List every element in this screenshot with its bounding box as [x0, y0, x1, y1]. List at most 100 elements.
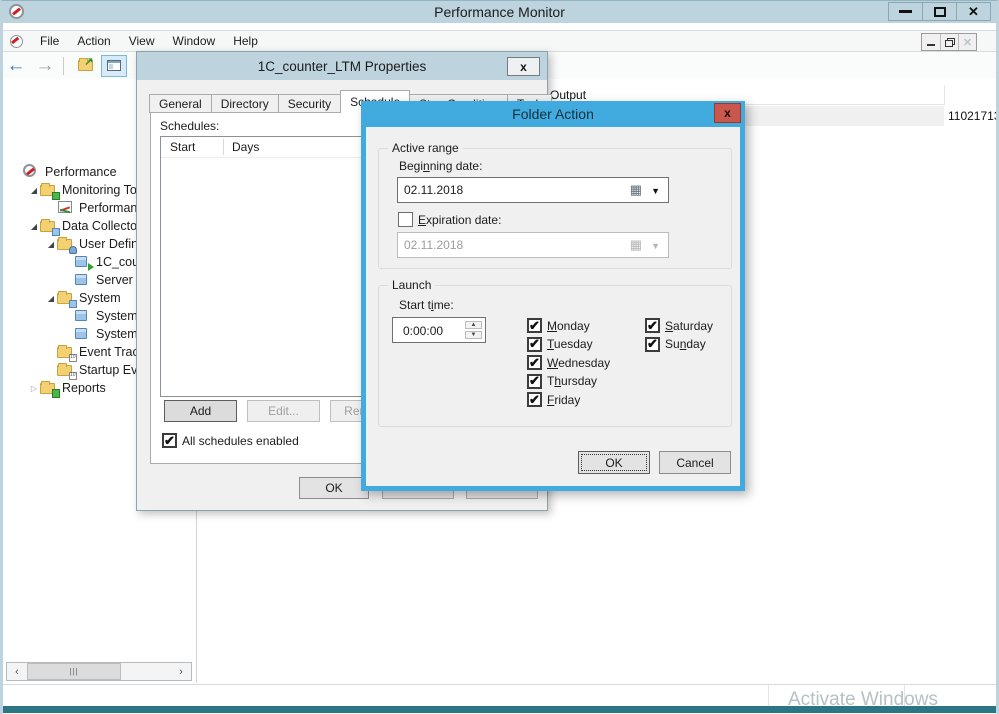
launch-group: Launch Start time: 0:00:00 ▲ ▼ ✔ Monday … [378, 285, 732, 427]
tree-expander-icon[interactable]: ◢ [45, 240, 57, 249]
beginning-date-field[interactable]: 02.11.2018 ▦ ▼ [397, 177, 669, 203]
tree-item-1c-cou[interactable]: 1C_cou [62, 253, 139, 271]
minimize-button[interactable] [888, 2, 923, 21]
tab-directory[interactable]: Directory [211, 94, 279, 113]
export-folder-icon: ↗ [78, 60, 93, 71]
day-label: Wednesday [547, 356, 610, 370]
horizontal-scrollbar[interactable]: ‹ ||| › [6, 662, 192, 681]
dropdown-arrow-icon[interactable]: ▼ [651, 187, 660, 196]
folder-action-cancel-button[interactable]: Cancel [659, 451, 731, 474]
checkbox-checked-icon[interactable]: ✔ [527, 392, 542, 407]
back-arrow-icon: ← [7, 55, 26, 77]
menu-window[interactable]: Window [164, 32, 225, 50]
start-time-field[interactable]: 0:00:00 ▲ ▼ [392, 317, 486, 343]
maximize-button[interactable] [922, 2, 957, 21]
scrollbar-track[interactable]: ||| [27, 663, 171, 680]
tree-item-data-collector[interactable]: ◢ Data Collector [28, 217, 141, 235]
tree-expander-icon[interactable]: ◢ [28, 186, 40, 195]
scroll-right-button[interactable]: › [171, 663, 191, 680]
status-divider [768, 685, 769, 707]
tree-item-label: Performanc [79, 201, 144, 215]
checkbox-checked-icon[interactable]: ✔ [645, 337, 660, 352]
child-restore-button[interactable] [940, 34, 958, 50]
checkbox-unchecked-icon[interactable] [398, 212, 413, 227]
minimize-icon [899, 10, 912, 13]
beginning-date-value: 02.11.2018 [404, 183, 463, 197]
close-icon: x [724, 106, 731, 120]
tree-expander-icon[interactable]: ◢ [45, 294, 57, 303]
app-icon [9, 4, 24, 19]
checkbox-checked-icon[interactable]: ✔ [527, 337, 542, 352]
tree-item-reports[interactable]: ▷ Reports [28, 379, 106, 397]
expiration-date-checkbox[interactable]: Expiration date: [398, 212, 501, 227]
all-schedules-checkbox[interactable]: ✔ All schedules enabled [162, 433, 299, 448]
menu-help[interactable]: Help [224, 32, 267, 50]
child-minimize-button[interactable] [922, 34, 940, 50]
scroll-left-button[interactable]: ‹ [7, 663, 27, 680]
spinner-up-button[interactable]: ▲ [465, 321, 482, 329]
column-header-days[interactable]: Days [223, 137, 259, 157]
day-checkbox-thursday[interactable]: ✔ Thursday [527, 374, 597, 389]
tab-security[interactable]: Security [278, 94, 341, 113]
day-checkbox-saturday[interactable]: ✔ Saturday [645, 318, 713, 333]
tree-item-user-define[interactable]: ◢ User Define [45, 235, 145, 253]
back-button[interactable]: ← [3, 55, 29, 77]
folder-action-close-button[interactable]: x [714, 103, 741, 123]
active-range-group: Active range Beginning date: 02.11.2018 … [378, 148, 732, 269]
close-icon: x [520, 60, 527, 74]
folder-action-ok-button[interactable]: OK [578, 451, 650, 474]
tree-expander-icon[interactable]: ▷ [28, 384, 40, 393]
properties-ok-button[interactable]: OK [299, 477, 369, 499]
day-checkbox-sunday[interactable]: ✔ Sunday [645, 337, 706, 352]
tree-item-server-m[interactable]: Server M [62, 271, 147, 289]
day-label: Tuesday [547, 337, 593, 351]
window-title: Performance Monitor [0, 4, 999, 20]
column-header-start[interactable]: Start [161, 137, 195, 157]
menu-action[interactable]: Action [68, 32, 119, 50]
tree-item-label: Startup Eve [79, 363, 144, 377]
beginning-date-label: Beginning date: [399, 159, 482, 173]
menu-file[interactable]: File [31, 32, 68, 50]
tree-item-system[interactable]: System [62, 307, 138, 325]
calendar-icon: ▦ [630, 238, 642, 251]
forward-button[interactable]: → [32, 55, 58, 77]
day-checkbox-monday[interactable]: ✔ Monday [527, 318, 590, 333]
console-tree-icon [107, 60, 121, 71]
day-label: Thursday [547, 374, 597, 388]
add-button[interactable]: Add [164, 400, 237, 422]
tree-item-label: Reports [62, 381, 106, 395]
properties-dialog-title: 1C_counter_LTM Properties [137, 52, 547, 80]
close-icon: ✕ [968, 5, 979, 18]
properties-close-button[interactable]: x [507, 57, 540, 76]
tree-item-startup-eve[interactable]: Startup Eve [45, 361, 144, 379]
checkbox-checked-icon[interactable]: ✔ [645, 318, 660, 333]
menu-view[interactable]: View [120, 32, 164, 50]
tab-general[interactable]: General [149, 94, 212, 113]
checkbox-checked-icon[interactable]: ✔ [527, 318, 542, 333]
tree-item-system[interactable]: System [62, 325, 138, 343]
spinner-down-button[interactable]: ▼ [465, 331, 482, 339]
restore-icon [945, 38, 955, 47]
checkbox-checked-icon[interactable]: ✔ [527, 374, 542, 389]
tree-item-event-trace[interactable]: Event Trace [45, 343, 146, 361]
checkbox-checked-icon[interactable]: ✔ [162, 433, 177, 448]
tree-item-system[interactable]: ◢ System [45, 289, 121, 307]
close-button[interactable]: ✕ [956, 2, 991, 21]
expiration-date-field: 02.11.2018 ▦ ▼ [397, 232, 669, 258]
export-button[interactable]: ↗ [72, 55, 98, 77]
time-spinner: ▲ ▼ [465, 320, 482, 340]
tree-item-performanc[interactable]: Performanc [45, 199, 144, 217]
show-console-tree-button[interactable] [101, 55, 127, 77]
tree-item-monitoring-too[interactable]: ◢ Monitoring Too [28, 181, 144, 199]
checkbox-checked-icon[interactable]: ✔ [527, 355, 542, 370]
day-checkbox-friday[interactable]: ✔ Friday [527, 392, 580, 407]
all-schedules-label: All schedules enabled [182, 434, 299, 448]
day-checkbox-wednesday[interactable]: ✔ Wednesday [527, 355, 610, 370]
tree-item-performance[interactable]: Performance [11, 163, 117, 181]
edit-button: Edit... [247, 400, 320, 422]
scrollbar-thumb[interactable]: ||| [27, 663, 121, 680]
column-divider [944, 85, 945, 105]
schedules-label: Schedules: [160, 119, 219, 133]
tree-expander-icon[interactable]: ◢ [28, 222, 40, 231]
day-checkbox-tuesday[interactable]: ✔ Tuesday [527, 337, 593, 352]
